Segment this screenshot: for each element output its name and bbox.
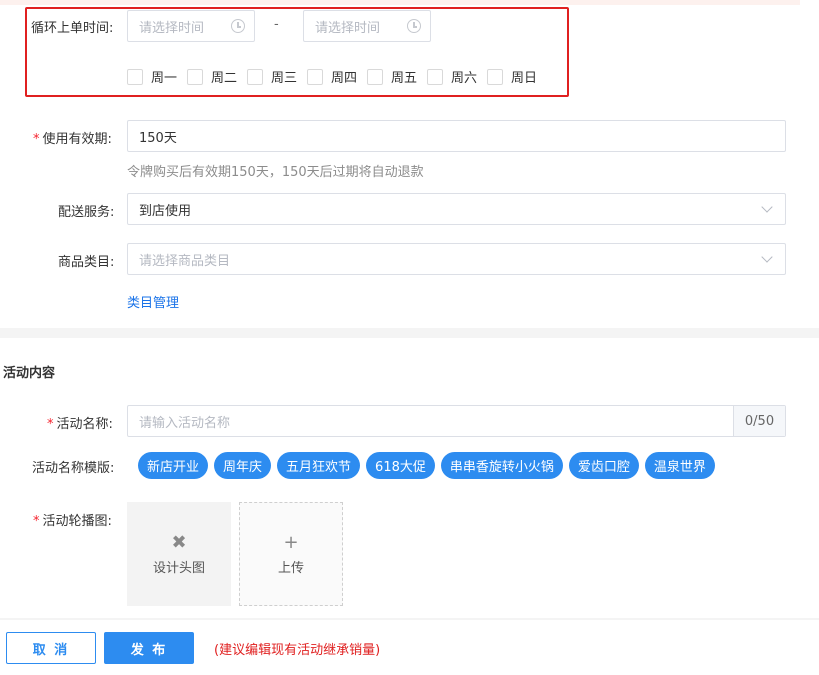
char-counter: 0/50 — [733, 406, 785, 436]
design-tool-icon: ✖ — [171, 531, 187, 553]
template-tag[interactable]: 618大促 — [366, 452, 435, 479]
required-star-icon: * — [33, 514, 40, 529]
cancel-button[interactable]: 取 消 — [6, 632, 96, 664]
validity-hint: 令牌购买后有效期150天，150天后过期将自动退款 — [127, 165, 424, 180]
activity-name-label-text: 活动名称: — [56, 417, 113, 432]
template-tag[interactable]: 爱齿口腔 — [568, 452, 639, 479]
template-tag[interactable]: 周年庆 — [214, 452, 272, 479]
weekday-checkbox-fri[interactable]: 周五 — [367, 67, 417, 86]
weekday-checkbox-sat[interactable]: 周六 — [427, 67, 477, 86]
validity-value: 150天 — [139, 130, 177, 146]
required-star-icon: * — [47, 417, 54, 432]
carousel-label: * 活动轮播图: — [33, 510, 112, 529]
weekday-checkbox-wed[interactable]: 周三 — [247, 67, 297, 86]
plus-icon: + — [283, 531, 299, 553]
weekday-label: 周二 — [211, 71, 238, 86]
end-time-input[interactable]: 请选择时间 — [303, 10, 431, 42]
weekday-checkbox-sun[interactable]: 周日 — [487, 67, 537, 86]
checkbox[interactable] — [367, 68, 383, 85]
clock-icon — [231, 19, 245, 33]
form-panel-basic: 循环上单时间: 请选择时间 - 请选择时间 周一 周二 周三 周四 周五 周六 … — [0, 0, 819, 328]
checkbox[interactable] — [127, 68, 143, 85]
start-time-placeholder: 请选择时间 — [139, 20, 205, 36]
end-time-placeholder: 请选择时间 — [315, 20, 381, 36]
category-placeholder: 请选择商品类目 — [139, 253, 231, 269]
template-tag-list: 新店开业 周年庆 五月狂欢节 618大促 串串香旋转小火锅 爱齿口腔 温泉世界 — [138, 452, 715, 479]
weekday-label: 周三 — [271, 71, 298, 86]
checkbox[interactable] — [487, 68, 503, 85]
category-label: 商品类目: — [58, 255, 115, 270]
checkbox[interactable] — [187, 68, 203, 85]
weekday-checkbox-tue[interactable]: 周二 — [187, 67, 237, 86]
validity-label: * 使用有效期: — [33, 128, 112, 147]
validity-label-text: 使用有效期: — [42, 132, 112, 147]
category-select[interactable]: 请选择商品类目 — [127, 243, 786, 275]
chevron-down-icon — [761, 251, 773, 263]
checkbox[interactable] — [427, 68, 443, 85]
delivery-value: 到店使用 — [139, 203, 192, 219]
chevron-down-icon — [761, 201, 773, 213]
template-tag[interactable]: 五月狂欢节 — [277, 452, 361, 479]
weekday-checkbox-thu[interactable]: 周四 — [307, 67, 357, 86]
start-time-input[interactable]: 请选择时间 — [127, 10, 255, 42]
weekday-label: 周四 — [331, 71, 358, 86]
section-title-activity: 活动内容 — [3, 366, 56, 381]
upload-tile-label: 上传 — [277, 560, 304, 576]
weekday-checkbox-mon[interactable]: 周一 — [127, 67, 177, 86]
activity-name-label: * 活动名称: — [47, 413, 113, 432]
upload-image-button[interactable]: + 上传 — [239, 502, 343, 606]
weekday-label: 周五 — [391, 71, 418, 86]
activity-name-placeholder: 请输入活动名称 — [139, 415, 231, 431]
template-tag[interactable]: 串串香旋转小火锅 — [440, 452, 563, 479]
checkbox[interactable] — [247, 68, 263, 85]
sales-inherit-notice: (建议编辑现有活动继承销量) — [214, 643, 381, 658]
required-star-icon: * — [33, 132, 40, 147]
weekday-label: 周一 — [151, 71, 178, 86]
top-strip — [0, 0, 800, 5]
weekday-label: 周日 — [511, 71, 538, 86]
delivery-select[interactable]: 到店使用 — [127, 193, 786, 225]
design-tile-label: 设计头图 — [152, 560, 205, 576]
validity-input[interactable]: 150天 — [127, 120, 786, 152]
carousel-label-text: 活动轮播图: — [42, 514, 112, 529]
clock-icon — [407, 19, 421, 33]
template-label: 活动名称模版: — [32, 461, 115, 476]
publish-button[interactable]: 发 布 — [104, 632, 194, 664]
checkbox[interactable] — [307, 68, 323, 85]
loop-order-label: 循环上单时间: — [31, 21, 114, 36]
design-header-image-button[interactable]: ✖ 设计头图 — [127, 502, 231, 606]
category-manage-link[interactable]: 类目管理 — [127, 292, 179, 311]
delivery-label: 配送服务: — [58, 205, 115, 220]
weekday-label: 周六 — [451, 71, 478, 86]
time-range-separator: - — [274, 17, 279, 32]
template-tag[interactable]: 新店开业 — [138, 452, 209, 479]
template-tag[interactable]: 温泉世界 — [644, 452, 715, 479]
activity-name-input[interactable]: 请输入活动名称 0/50 — [127, 405, 786, 437]
